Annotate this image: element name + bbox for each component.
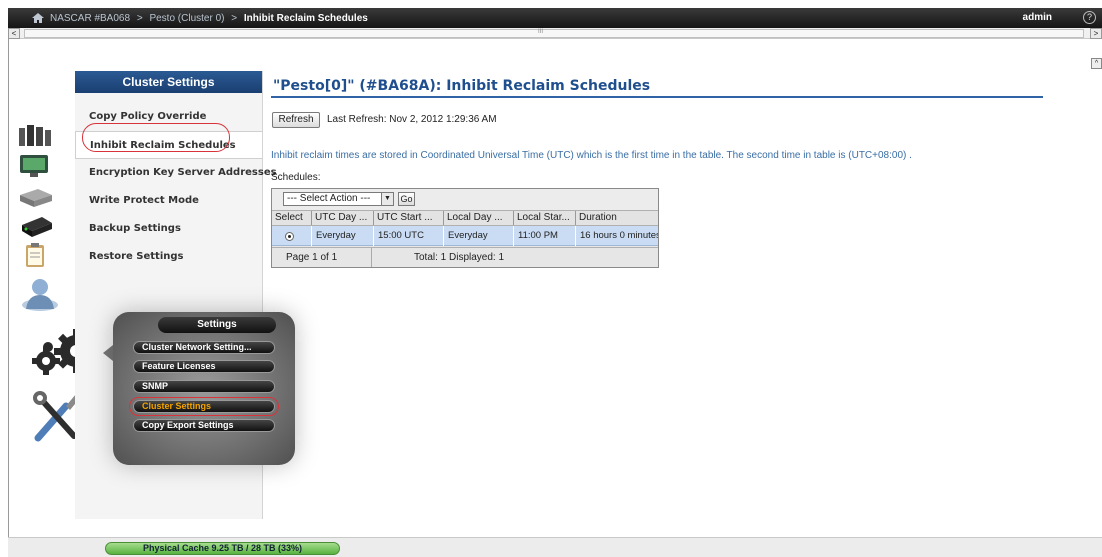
breadcrumb-separator: > — [136, 12, 143, 24]
page-indicator: Page 1 of 1 — [272, 248, 372, 267]
user-icon[interactable] — [18, 275, 68, 311]
cell-utc-day: Everyday — [312, 226, 374, 246]
chevron-down-icon[interactable]: ▼ — [381, 193, 393, 205]
breadcrumb-cluster[interactable]: Pesto (Cluster 0) — [149, 13, 224, 24]
select-action-value: --- Select Action --- — [287, 193, 371, 204]
highlight-oval — [82, 123, 230, 152]
column-duration[interactable]: Duration — [576, 211, 658, 225]
disk-drive-icon[interactable] — [16, 185, 56, 211]
cell-local-day: Everyday — [444, 226, 514, 246]
system-cluster-icon[interactable] — [16, 122, 56, 148]
clipboard-icon[interactable] — [16, 242, 56, 268]
home-icon[interactable] — [32, 13, 44, 23]
row-select-cell[interactable] — [272, 226, 312, 246]
cell-duration: 16 hours 0 minutes — [580, 230, 658, 241]
popup-cluster-network-settings[interactable]: Cluster Network Setting... — [133, 341, 275, 354]
scroll-up-button[interactable]: ^ — [1091, 58, 1102, 69]
scroll-right-button[interactable]: > — [1090, 28, 1102, 39]
tape-drive-icon[interactable] — [16, 213, 56, 239]
column-utc-day[interactable]: UTC Day ... — [312, 211, 374, 225]
physical-cache-meter: Physical Cache 9.25 TB / 28 TB (33%) — [105, 542, 340, 555]
nav-heading: Cluster Settings — [75, 71, 262, 93]
table-footer: Page 1 of 1 Total: 1 Displayed: 1 — [272, 247, 658, 267]
column-utc-start[interactable]: UTC Start ... — [374, 211, 444, 225]
total-displayed: Total: 1 Displayed: 1 — [414, 252, 505, 263]
schedules-table: --- Select Action --- ▼ Go Select UTC Da… — [271, 188, 659, 268]
page-border — [8, 39, 9, 544]
column-local-day[interactable]: Local Day ... — [444, 211, 514, 225]
breadcrumb-system[interactable]: NASCAR #BA068 — [50, 13, 130, 24]
monitor-icon[interactable] — [16, 153, 56, 179]
last-refresh-text: Last Refresh: Nov 2, 2012 1:29:36 AM — [327, 114, 497, 125]
select-action-dropdown[interactable]: --- Select Action --- ▼ — [283, 192, 394, 206]
horizontal-scrollbar[interactable]: < III > — [8, 28, 1102, 39]
go-button[interactable]: Go — [398, 192, 415, 206]
popup-pointer — [103, 345, 113, 361]
main-content: "Pesto[0]" (#BA68A): Inhibit Reclaim Sch… — [263, 71, 1093, 519]
breadcrumb-separator: > — [231, 12, 238, 24]
nav-item-restore-settings[interactable]: Restore Settings — [75, 243, 262, 271]
status-bar: Physical Cache 9.25 TB / 28 TB (33%) — [8, 537, 1102, 557]
table-action-bar: --- Select Action --- ▼ Go — [272, 189, 658, 210]
popup-highlight-oval — [129, 397, 279, 416]
settings-popup: Settings Cluster Network Setting... Feat… — [113, 312, 295, 465]
popup-feature-licenses[interactable]: Feature Licenses — [133, 360, 275, 373]
top-bar: NASCAR #BA068 > Pesto (Cluster 0) > Inhi… — [8, 8, 1102, 28]
popup-copy-export-settings[interactable]: Copy Export Settings — [133, 419, 275, 432]
schedules-label: Schedules: — [271, 172, 321, 183]
breadcrumb-current: Inhibit Reclaim Schedules — [243, 12, 368, 24]
column-local-start[interactable]: Local Star... — [514, 211, 576, 225]
nav-item-encryption-key-server-addresses[interactable]: Encryption Key Server Addresses — [75, 159, 277, 187]
column-select[interactable]: Select — [272, 211, 312, 225]
app-window: NASCAR #BA068 > Pesto (Cluster 0) > Inhi… — [0, 0, 1102, 557]
row-radio-button[interactable] — [285, 232, 294, 241]
table-header: Select UTC Day ... UTC Start ... Local D… — [272, 210, 658, 226]
page-title: "Pesto[0]" (#BA68A): Inhibit Reclaim Sch… — [273, 78, 651, 94]
scroll-left-button[interactable]: < — [8, 28, 20, 39]
scroll-grip: III — [538, 29, 544, 35]
popup-snmp[interactable]: SNMP — [133, 380, 275, 393]
refresh-button[interactable]: Refresh — [272, 112, 320, 128]
table-row[interactable]: Everyday 15:00 UTC Everyday 11:00 PM 16 … — [272, 226, 658, 246]
scroll-thumb[interactable] — [24, 29, 1084, 38]
cell-local-start: 11:00 PM — [514, 226, 576, 246]
help-icon[interactable]: ? — [1083, 11, 1096, 24]
nav-item-backup-settings[interactable]: Backup Settings — [75, 215, 262, 243]
title-divider — [271, 96, 1043, 98]
user-menu[interactable]: admin — [1023, 12, 1052, 23]
utc-info-text: Inhibit reclaim times are stored in Coor… — [271, 150, 912, 161]
nav-item-write-protect-mode[interactable]: Write Protect Mode — [75, 187, 262, 215]
popup-heading: Settings — [158, 317, 276, 333]
cell-utc-start: 15:00 UTC — [374, 226, 444, 246]
breadcrumb: NASCAR #BA068 > Pesto (Cluster 0) > Inhi… — [50, 13, 368, 24]
